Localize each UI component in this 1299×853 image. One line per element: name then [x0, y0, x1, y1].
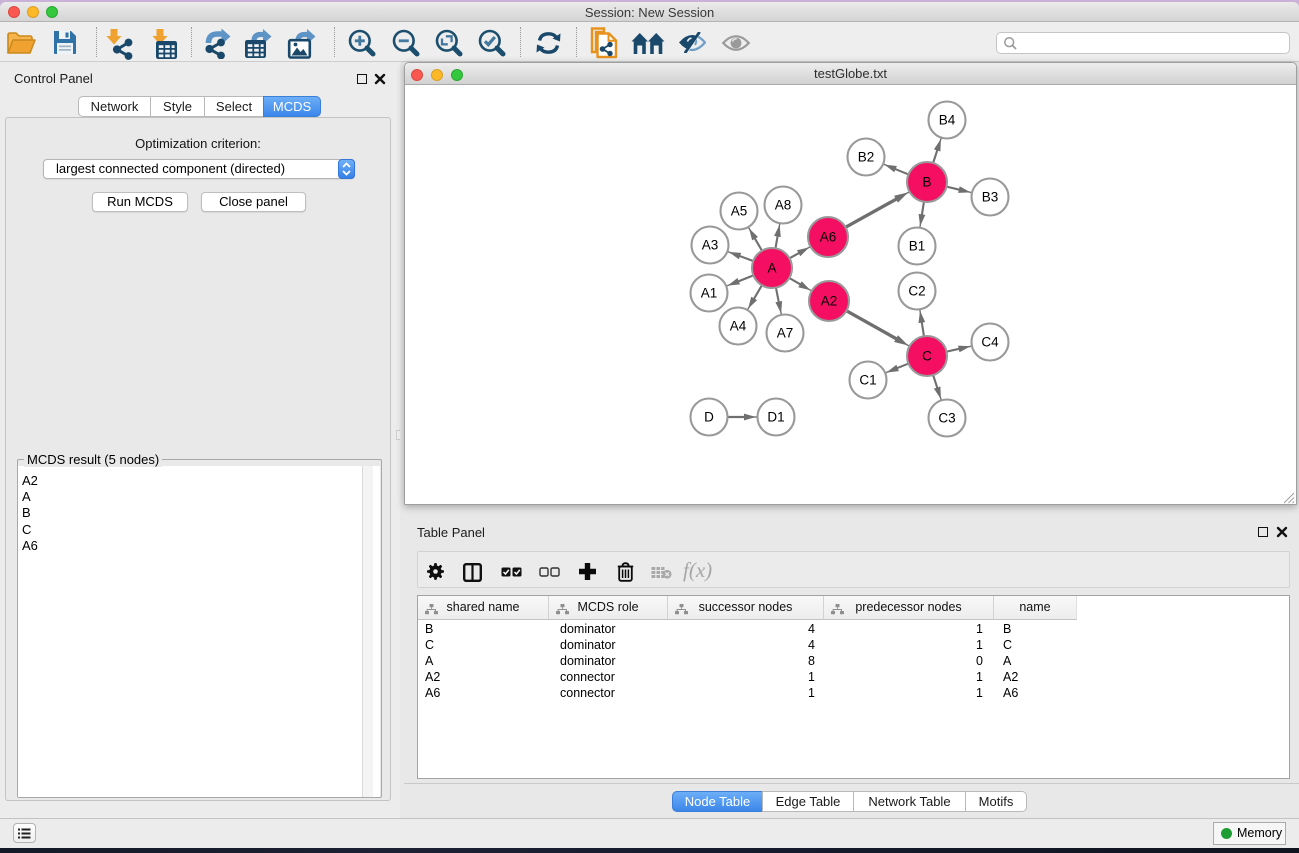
svg-text:C1: C1	[859, 373, 876, 388]
svg-text:C2: C2	[908, 284, 925, 299]
svg-text:A: A	[767, 261, 776, 276]
svg-text:A6: A6	[820, 230, 837, 245]
svg-text:B1: B1	[909, 239, 926, 254]
svg-text:A2: A2	[821, 294, 838, 309]
svg-text:A4: A4	[730, 319, 747, 334]
svg-text:D: D	[704, 410, 714, 425]
svg-text:A8: A8	[775, 198, 792, 213]
svg-text:A5: A5	[731, 204, 748, 219]
svg-text:D1: D1	[767, 410, 784, 425]
svg-text:B3: B3	[982, 190, 999, 205]
svg-text:A3: A3	[702, 238, 719, 253]
svg-text:A7: A7	[777, 326, 794, 341]
svg-text:B: B	[922, 175, 931, 190]
svg-text:C4: C4	[981, 335, 999, 350]
svg-text:C3: C3	[938, 411, 955, 426]
svg-text:B2: B2	[858, 150, 875, 165]
svg-text:A1: A1	[701, 286, 718, 301]
svg-text:C: C	[922, 349, 932, 364]
svg-text:B4: B4	[939, 113, 956, 128]
